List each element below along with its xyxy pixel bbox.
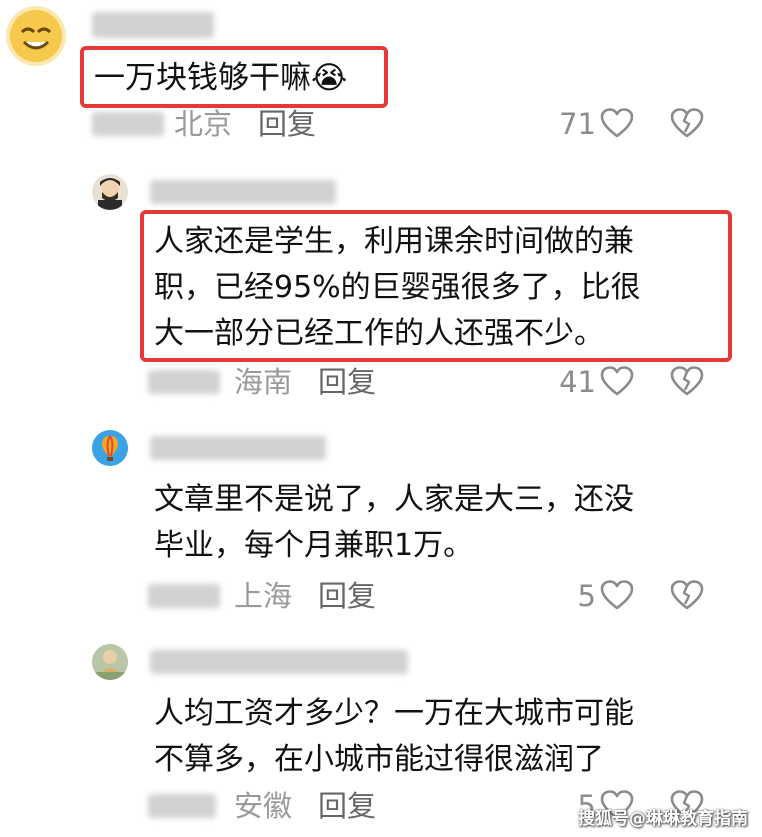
comment-line: 职，已经95%的巨婴强很多了，比很	[154, 270, 641, 305]
watermark: 搜狐号@琳琳教育指南	[578, 809, 748, 829]
username-blurred[interactable]	[150, 650, 408, 674]
avatar-comment-2[interactable]	[92, 174, 128, 210]
reply-button[interactable]: 回复	[318, 786, 376, 826]
comment-line: 大一部分已经工作的人还强不少。	[154, 316, 604, 351]
time-blurred	[148, 584, 220, 608]
dislike-broken-heart-icon[interactable]	[670, 366, 704, 400]
comment-line: 不算多，在小城市能过得很滋润了	[154, 742, 604, 777]
location-label: 海南	[234, 365, 293, 399]
avatar-comment-1[interactable]	[6, 6, 66, 66]
avatar-comment-4[interactable]	[92, 644, 128, 680]
dislike-broken-heart-icon[interactable]	[670, 580, 704, 614]
like-count: 41	[559, 365, 596, 399]
like-count: 5	[577, 579, 596, 613]
username-blurred[interactable]	[92, 12, 214, 38]
time-blurred	[148, 794, 216, 818]
avatar-comment-3[interactable]	[92, 430, 128, 466]
comment-thread: { "comments": [ { "text_lines": ["一万块钱够干…	[0, 0, 762, 837]
location-label: 安徽	[234, 789, 293, 823]
reply-button[interactable]: 回复	[318, 576, 376, 616]
time-blurred	[92, 112, 164, 136]
comment-line: 人均工资才多少？一万在大城市可能	[154, 696, 634, 731]
reply-button[interactable]: 回复	[318, 362, 376, 402]
username-blurred[interactable]	[150, 180, 336, 204]
comment-line: 毕业，每个月兼职1万。	[154, 528, 474, 563]
crying-emoji-icon: 😭	[311, 60, 348, 96]
location-label: 北京	[174, 107, 233, 141]
reply-button[interactable]: 回复	[258, 104, 316, 144]
comment-text: 一万块钱够干嘛😭	[94, 54, 347, 102]
like-heart-icon[interactable]	[600, 366, 634, 400]
time-blurred	[148, 370, 220, 394]
comment-line: 文章里不是说了，人家是大三，还没	[154, 482, 634, 517]
comment-line: 人家还是学生，利用课余时间做的兼	[154, 224, 634, 259]
like-count: 71	[559, 107, 596, 141]
like-heart-icon[interactable]	[600, 108, 634, 142]
comment-line: 一万块钱够干嘛	[94, 60, 311, 96]
location-label: 上海	[234, 579, 293, 613]
username-blurred[interactable]	[150, 436, 326, 460]
like-heart-icon[interactable]	[600, 580, 634, 614]
dislike-broken-heart-icon[interactable]	[670, 108, 704, 142]
